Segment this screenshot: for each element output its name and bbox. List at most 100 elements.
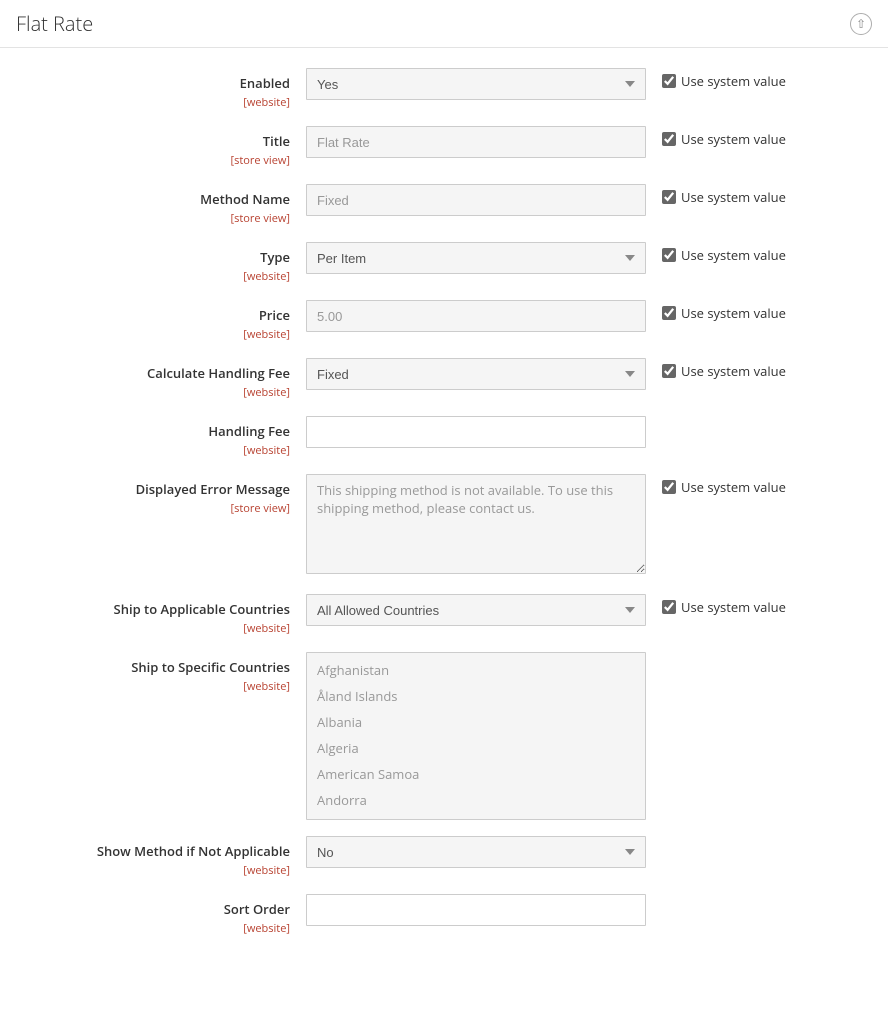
actions-col-ship_to_applicable_countries: Use system value: [646, 594, 786, 616]
use-system-value-text-displayed_error_message: Use system value: [681, 478, 786, 496]
label-col-displayed_error_message: Displayed Error Message[store view]: [16, 474, 306, 516]
input-method_name[interactable]: [306, 184, 646, 216]
form-row-ship_to_applicable_countries: Ship to Applicable Countries [website] All…: [0, 594, 888, 636]
actions-col-calculate_handling_fee: Use system value: [646, 358, 786, 380]
form-container: Enabled[website]YesNoUse system valueTit…: [0, 48, 888, 972]
input-title[interactable]: [306, 126, 646, 158]
control-col-show_method_if_not_applicable: NoYes: [306, 836, 646, 868]
field-scope-ship_to_applicable_countries: [website]: [243, 621, 290, 636]
listbox-ship_to_specific_countries[interactable]: AfghanistanÅland IslandsAlbaniaAlgeriaAm…: [306, 652, 646, 820]
input-sort_order[interactable]: [306, 894, 646, 926]
actions-col-type: Use system value: [646, 242, 786, 264]
field-label-title: Title: [16, 132, 290, 150]
field-scope-enabled: [website]: [243, 95, 290, 110]
control-col-handling_fee: [306, 416, 646, 448]
label-col-ship_to_specific_countries: Ship to Specific Countries[website]: [16, 652, 306, 694]
control-col-ship_to_applicable_countries: All Allowed CountriesSpecific Countries: [306, 594, 646, 626]
list-item[interactable]: Andorra: [307, 787, 645, 813]
use-system-value-text-type: Use system value: [681, 246, 786, 264]
form-row-type: Type[website]Per ItemFixed Use system val…: [0, 242, 888, 284]
use-system-value-checkbox-method_name[interactable]: [662, 190, 676, 204]
list-item[interactable]: American Samoa: [307, 761, 645, 787]
use-system-value-label-ship_to_applicable_countries[interactable]: Use system value: [662, 598, 786, 616]
use-system-value-label-calculate_handling_fee[interactable]: Use system value: [662, 362, 786, 380]
field-scope-calculate_handling_fee: [website]: [243, 385, 290, 400]
use-system-value-label-enabled[interactable]: Use system value: [662, 72, 786, 90]
use-system-value-text-method_name: Use system value: [681, 188, 786, 206]
label-col-enabled: Enabled [website]: [16, 68, 306, 110]
select-show_method_if_not_applicable[interactable]: NoYes: [306, 836, 646, 868]
form-row-enabled: Enabled [website] YesNo Use system value: [0, 68, 888, 110]
select-ship_to_applicable_countries[interactable]: All Allowed CountriesSpecific Countries: [306, 594, 646, 626]
use-system-value-checkbox-title[interactable]: [662, 132, 676, 146]
actions-col-show_method_if_not_applicable: [646, 836, 662, 840]
page-header: Flat Rate ⇧: [0, 0, 888, 48]
collapse-button[interactable]: ⇧: [850, 13, 872, 35]
list-item[interactable]: Angola: [307, 813, 645, 820]
form-row-method_name: Method Name [store view] Use system value: [0, 184, 888, 226]
label-col-method_name: Method Name [store view]: [16, 184, 306, 226]
field-scope-ship_to_specific_countries: [website]: [243, 679, 290, 694]
field-label-price: Price: [16, 306, 290, 324]
control-col-calculate_handling_fee: FixedPercent: [306, 358, 646, 390]
use-system-value-text-price: Use system value: [681, 304, 786, 322]
select-type[interactable]: Per ItemFixed: [306, 242, 646, 274]
select-enabled[interactable]: YesNo: [306, 68, 646, 100]
field-label-sort_order: Sort Order: [16, 900, 290, 918]
field-label-ship_to_applicable_countries: Ship to Applicable Countries: [16, 600, 290, 618]
use-system-value-text-ship_to_applicable_countries: Use system value: [681, 598, 786, 616]
control-col-displayed_error_message: This shipping method is not available. T…: [306, 474, 646, 578]
field-scope-displayed_error_message: [store view]: [231, 501, 290, 516]
use-system-value-label-title[interactable]: Use system value: [662, 130, 786, 148]
use-system-value-checkbox-ship_to_applicable_countries[interactable]: [662, 600, 676, 614]
label-col-show_method_if_not_applicable: Show Method if Not Applicable[website]: [16, 836, 306, 878]
field-label-calculate_handling_fee: Calculate Handling Fee: [16, 364, 290, 382]
textarea-displayed_error_message[interactable]: This shipping method is not available. T…: [306, 474, 646, 574]
use-system-value-label-method_name[interactable]: Use system value: [662, 188, 786, 206]
actions-col-sort_order: [646, 894, 662, 898]
use-system-value-text-calculate_handling_fee: Use system value: [681, 362, 786, 380]
actions-col-handling_fee: [646, 416, 662, 420]
page-title: Flat Rate: [16, 10, 93, 37]
actions-col-method_name: Use system value: [646, 184, 786, 206]
list-item[interactable]: Albania: [307, 709, 645, 735]
label-col-ship_to_applicable_countries: Ship to Applicable Countries [website]: [16, 594, 306, 636]
control-col-ship_to_specific_countries: AfghanistanÅland IslandsAlbaniaAlgeriaAm…: [306, 652, 646, 820]
use-system-value-label-price[interactable]: Use system value: [662, 304, 786, 322]
use-system-value-label-type[interactable]: Use system value: [662, 246, 786, 264]
use-system-value-checkbox-calculate_handling_fee[interactable]: [662, 364, 676, 378]
actions-col-price: Use system value: [646, 300, 786, 322]
use-system-value-text-title: Use system value: [681, 130, 786, 148]
form-row-handling_fee: Handling Fee[website]: [0, 416, 888, 458]
list-item[interactable]: Åland Islands: [307, 683, 645, 709]
form-row-title: Title[store view]Use system value: [0, 126, 888, 168]
label-col-type: Type[website]: [16, 242, 306, 284]
form-row-price: Price[website]Use system value: [0, 300, 888, 342]
field-label-show_method_if_not_applicable: Show Method if Not Applicable: [16, 842, 290, 860]
select-calculate_handling_fee[interactable]: FixedPercent: [306, 358, 646, 390]
input-handling_fee[interactable]: [306, 416, 646, 448]
use-system-value-label-displayed_error_message[interactable]: Use system value: [662, 478, 786, 496]
form-row-displayed_error_message: Displayed Error Message[store view]This …: [0, 474, 888, 578]
control-col-title: [306, 126, 646, 158]
list-item[interactable]: Afghanistan: [307, 657, 645, 683]
input-price[interactable]: [306, 300, 646, 332]
field-scope-method_name: [store view]: [231, 211, 290, 226]
form-row-show_method_if_not_applicable: Show Method if Not Applicable[website]No…: [0, 836, 888, 878]
list-item[interactable]: Algeria: [307, 735, 645, 761]
form-row-calculate_handling_fee: Calculate Handling Fee [website] FixedPerc…: [0, 358, 888, 400]
label-col-calculate_handling_fee: Calculate Handling Fee [website]: [16, 358, 306, 400]
control-col-enabled: YesNo: [306, 68, 646, 100]
actions-col-ship_to_specific_countries: [646, 652, 662, 656]
field-scope-type: [website]: [243, 269, 290, 284]
field-label-enabled: Enabled: [16, 74, 290, 92]
control-col-price: [306, 300, 646, 332]
use-system-value-checkbox-price[interactable]: [662, 306, 676, 320]
control-col-sort_order: [306, 894, 646, 926]
field-label-method_name: Method Name: [16, 190, 290, 208]
use-system-value-checkbox-displayed_error_message[interactable]: [662, 480, 676, 494]
use-system-value-checkbox-type[interactable]: [662, 248, 676, 262]
use-system-value-checkbox-enabled[interactable]: [662, 74, 676, 88]
control-col-type: Per ItemFixed: [306, 242, 646, 274]
field-label-handling_fee: Handling Fee: [16, 422, 290, 440]
